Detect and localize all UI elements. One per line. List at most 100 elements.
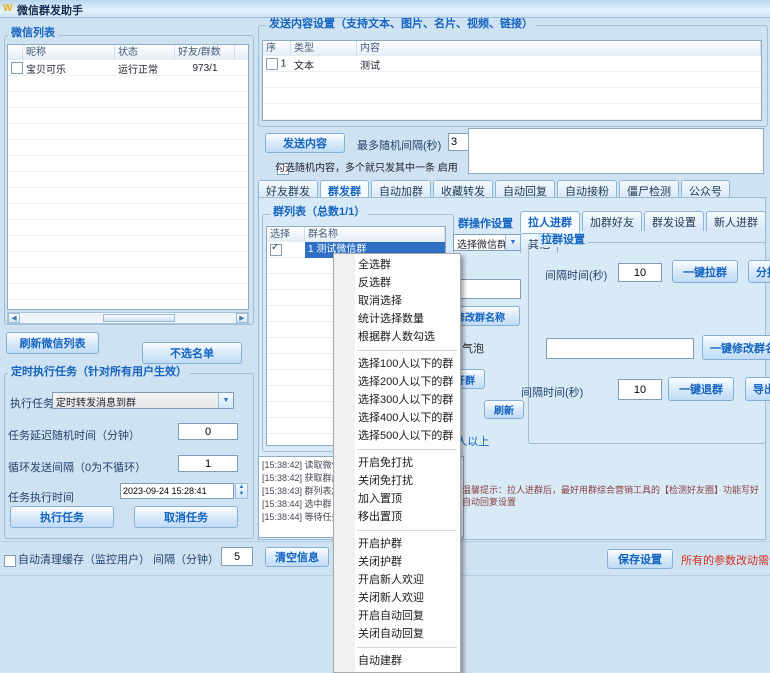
quit-interval-label: 间隔时间(秒) — [521, 384, 583, 400]
menu-item[interactable]: 全选群 — [334, 256, 460, 274]
row-checkbox[interactable] — [270, 244, 282, 256]
refresh-wechat-button[interactable]: 刷新微信列表 — [6, 332, 99, 354]
menu-separator — [357, 350, 457, 351]
auto-clean-label: 自动清理缓存（监控用户） 间隔（分钟） — [18, 551, 219, 567]
send-content-button[interactable]: 发送内容 — [265, 133, 345, 153]
batch-pull-button[interactable]: 分批拉群 — [748, 260, 770, 283]
group-ops-title: 群操作设置 — [455, 218, 516, 231]
scroll-left-icon[interactable]: ◀ — [8, 313, 20, 323]
row-checkbox[interactable] — [266, 58, 278, 70]
task-type-value: 定时转发消息到群 — [56, 394, 218, 409]
chevron-down-icon[interactable]: ▼ — [218, 393, 233, 408]
menu-item[interactable]: 取消选择 — [334, 292, 460, 310]
menu-separator — [357, 647, 457, 648]
task-time-picker[interactable]: 2023-09-24 15:28:41 — [120, 483, 234, 499]
spinner-up-icon[interactable]: ▲ — [236, 484, 247, 491]
menu-item[interactable]: 自动建群 — [334, 652, 460, 670]
pull-settings-title: 拉群设置 — [538, 234, 588, 247]
subtab-pull-in[interactable]: 拉人进群 — [520, 211, 580, 233]
col-select: 选择 — [267, 227, 305, 242]
row-checkbox[interactable] — [11, 62, 23, 74]
wechat-table: 昵称 状态 好友/群数 宝贝可乐 运行正常 973/1 — [7, 44, 249, 310]
col-nickname: 昵称 — [23, 45, 115, 60]
chevron-down-icon[interactable]: ▼ — [505, 235, 520, 250]
menu-item[interactable]: 加入置顶 — [334, 490, 460, 508]
wechat-table-header: 昵称 状态 好友/群数 — [8, 45, 248, 61]
table-row[interactable]: 1 文本 测试 — [263, 56, 761, 72]
menu-item[interactable]: 选择200人以下的群 — [334, 373, 460, 391]
right-tab-strip: 拉人进群加群好友群发设置新人进群其他 — [520, 211, 770, 228]
menu-item[interactable]: 选择300人以下的群 — [334, 391, 460, 409]
unselect-button[interactable]: 不选名单 — [142, 342, 242, 364]
menu-item[interactable]: 开启自动回复 — [334, 607, 460, 625]
subtab-send-config[interactable]: 群发设置 — [644, 211, 704, 231]
max-interval-label: 最多随机间隔(秒) — [357, 137, 441, 153]
group-context-menu: 全选群 反选群 取消选择 统计选择数量 根据群人数勾选 选择100人以下的群 选… — [333, 253, 461, 673]
group-ops-select[interactable]: 选择微信群 ▼ — [453, 234, 521, 251]
refresh-group-button[interactable]: 刷新 — [484, 400, 524, 419]
menu-item[interactable]: 关闭新人欢迎 — [334, 589, 460, 607]
menu-item[interactable]: 选择400人以下的群 — [334, 409, 460, 427]
auto-clean-checkbox[interactable] — [4, 555, 16, 567]
save-hint-text: 所有的参数改动需保存才生效 — [681, 552, 770, 568]
task-loop-input[interactable] — [178, 455, 238, 472]
menu-item[interactable]: 关闭护群 — [334, 553, 460, 571]
wechat-table-hscrollbar[interactable]: ◀ ▶ — [7, 312, 249, 324]
col-type: 类型 — [291, 41, 357, 56]
content-table: 序 类型 内容 1 文本 测试 — [262, 40, 762, 121]
menu-item[interactable]: 开启新人欢迎 — [334, 571, 460, 589]
new-group-name-input[interactable] — [546, 338, 694, 359]
content-table-header: 序 类型 内容 — [263, 41, 761, 57]
wechat-table-body: 宝贝可乐 运行正常 973/1 — [8, 60, 248, 309]
task-type-label: 执行任务 — [10, 395, 54, 411]
menu-item[interactable]: 关闭自动回复 — [334, 625, 460, 643]
task-type-select[interactable]: 定时转发消息到群 ▼ — [52, 392, 234, 409]
cancel-task-button[interactable]: 取消任务 — [134, 506, 238, 528]
group-table-header: 选择 群名称 — [267, 227, 445, 243]
app-icon: W — [3, 3, 15, 14]
subtab-add-friends[interactable]: 加群好友 — [582, 211, 642, 231]
scroll-right-icon[interactable]: ▶ — [236, 313, 248, 323]
auto-clean-interval-input[interactable] — [221, 547, 253, 566]
rename-all-groups-button[interactable]: 一键修改群名 — [702, 335, 770, 360]
table-row[interactable]: 宝贝可乐 运行正常 973/1 — [8, 60, 248, 76]
menu-item[interactable]: 移出置顶 — [334, 508, 460, 526]
pull-interval-input[interactable] — [618, 263, 662, 282]
menu-item[interactable]: 反选群 — [334, 274, 460, 292]
content-preview-textarea[interactable] — [468, 128, 764, 174]
export-members-button[interactable]: 导出成员 — [745, 377, 770, 401]
cell-group-num: 1 — [308, 244, 314, 255]
menu-item[interactable]: 开启护群 — [334, 535, 460, 553]
cell-counts: 973/1 — [175, 63, 235, 74]
task-time-spinner[interactable]: ▲ ▼ — [235, 483, 248, 499]
notice-text: 温馨提示：拉人进群后，最好用群综合营销工具的【检测好友圈】功能写好自动回复设置 — [462, 484, 764, 510]
task-delay-label: 任务延迟随机时间（分钟） — [8, 427, 140, 443]
menu-separator — [357, 449, 457, 450]
menu-separator — [357, 530, 457, 531]
save-settings-button[interactable]: 保存设置 — [607, 549, 673, 569]
menu-item[interactable]: 选择100人以下的群 — [334, 355, 460, 373]
menu-item[interactable]: 关闭免打扰 — [334, 472, 460, 490]
col-content: 内容 — [357, 41, 761, 56]
menu-item[interactable]: 开启免打扰 — [334, 454, 460, 472]
wechat-list-title: 微信列表 — [8, 27, 58, 40]
col-counts: 好友/群数 — [175, 45, 235, 60]
clear-info-button[interactable]: 清空信息 — [265, 547, 329, 567]
window-title: 微信群发助手 — [17, 2, 83, 18]
cell-nickname: 宝贝可乐 — [23, 61, 115, 76]
pull-group-button[interactable]: 一键拉群 — [672, 260, 738, 283]
bubble-label: 气泡 — [462, 340, 484, 356]
scroll-thumb[interactable] — [103, 314, 175, 322]
quit-interval-input[interactable] — [618, 379, 662, 400]
run-task-button[interactable]: 执行任务 — [10, 506, 114, 528]
cell-status: 运行正常 — [115, 61, 175, 76]
menu-item[interactable]: 选择500人以下的群 — [334, 427, 460, 445]
group-name-input[interactable] — [455, 279, 521, 299]
menu-item[interactable]: 统计选择数量 — [334, 310, 460, 328]
task-delay-input[interactable] — [178, 423, 238, 440]
pull-interval-label: 间隔时间(秒) — [545, 267, 607, 283]
menu-item[interactable]: 根据群人数勾选 — [334, 328, 460, 346]
spinner-down-icon[interactable]: ▼ — [236, 491, 247, 498]
quit-group-button[interactable]: 一键退群 — [668, 377, 734, 401]
subtab-newcomer[interactable]: 新人进群 — [706, 211, 766, 231]
